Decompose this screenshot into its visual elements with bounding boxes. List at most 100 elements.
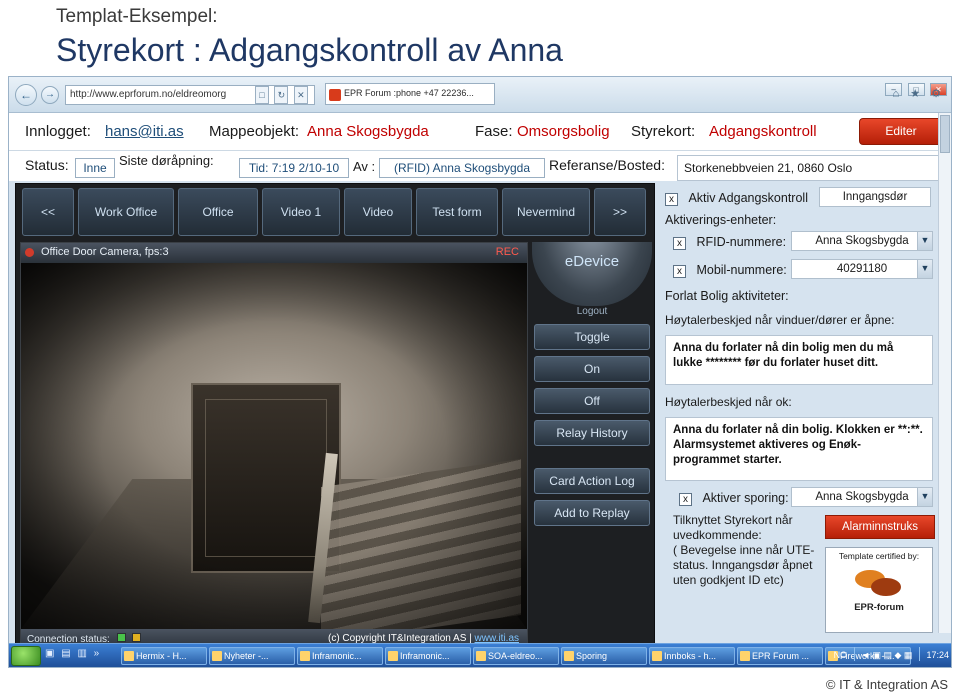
tray-language[interactable]: NO — [834, 650, 848, 660]
browser-tab[interactable]: EPR Forum :phone +47 22236... — [325, 83, 495, 105]
browser-chrome: ← → http://www.eprforum.no/eldreomorg □ … — [9, 77, 951, 113]
page-scrollbar[interactable] — [938, 113, 951, 633]
tab-favicon-icon — [329, 89, 341, 101]
taskbar-item-7[interactable]: EPR Forum ... — [737, 647, 823, 665]
tab-prev[interactable]: << — [22, 188, 74, 236]
taskbar-item-label: Innboks - h... — [664, 651, 717, 661]
stop-icon[interactable]: ✕ — [293, 86, 308, 104]
reload-icon[interactable]: ↻ — [274, 86, 289, 104]
edevice-panel: << Work Office Office Video 1 Video Test… — [15, 183, 655, 653]
mobile-label: Mobil-nummere: — [696, 263, 787, 277]
edit-button[interactable]: Editer — [859, 118, 943, 145]
camera-title: Office Door Camera, fps:3 — [41, 246, 169, 258]
windows-taskbar: ▣ ▤ ▥ » Hermix - H... Nyheter -... Infra… — [9, 643, 951, 667]
speaker-open-message[interactable]: Anna du forlater nå din bolig men du må … — [665, 335, 933, 385]
rfid-select[interactable]: Anna Skogsbygda ▼ — [791, 231, 933, 251]
taskbar-item-5[interactable]: Sporing — [561, 647, 647, 665]
taskbar-item-label: SOA-eldreo... — [488, 651, 543, 661]
window-icon — [652, 651, 662, 661]
logout-link[interactable]: Logout — [532, 306, 652, 317]
scrollbar-thumb[interactable] — [940, 115, 950, 153]
forward-arrow-icon[interactable]: → — [41, 86, 59, 104]
relay-history-button[interactable]: Relay History — [534, 420, 650, 446]
record-dot-icon — [25, 248, 34, 257]
tab-test-form[interactable]: Test form — [416, 188, 498, 236]
folder-value: Anna Skogsbygda — [307, 123, 429, 140]
logged-in-user[interactable]: hans@iti.as — [105, 123, 184, 140]
tracking-checkbox[interactable]: x — [679, 493, 692, 506]
dropdown-icon[interactable]: □ — [255, 86, 269, 104]
tab-work-office[interactable]: Work Office — [78, 188, 174, 236]
taskbar-item-6[interactable]: Innboks - h... — [649, 647, 735, 665]
toggle-button[interactable]: Toggle — [534, 324, 650, 350]
taskbar-item-0[interactable]: Hermix - H... — [121, 647, 207, 665]
tracking-row: x Aktiver sporing: — [679, 489, 789, 507]
application-screenshot: ← → http://www.eprforum.no/eldreomorg □ … — [8, 76, 952, 668]
taskbar-item-2[interactable]: Inframonic... — [297, 647, 383, 665]
address-field[interactable]: Storkenebbveien 21, 0860 Oslo — [677, 155, 949, 181]
tray-divider — [853, 647, 855, 661]
epr-forum-logo-icon — [851, 564, 907, 602]
last-open-label: Siste døråpning: — [119, 153, 214, 168]
status-label: Status: — [25, 157, 69, 173]
units-label: Aktiverings-enheter: — [665, 213, 777, 227]
taskbar-item-label: Sporing — [576, 651, 608, 661]
cert-caption: Template certified by: — [838, 551, 920, 561]
camera-titlebar: Office Door Camera, fps:3 REC — [21, 243, 527, 263]
tracking-select[interactable]: Anna Skogsbygda ▼ — [791, 487, 933, 507]
taskbar-item-1[interactable]: Nyheter -... — [209, 647, 295, 665]
browser-toolbar-icons[interactable]: ⌂ ★ ⚙ — [893, 87, 945, 100]
on-button[interactable]: On — [534, 356, 650, 382]
card-value: Adgangskontroll — [709, 123, 817, 140]
door-field[interactable]: Inngangsdør — [819, 187, 931, 207]
tab-next[interactable]: >> — [594, 188, 646, 236]
window-icon — [388, 651, 398, 661]
chevron-down-icon[interactable]: ▼ — [917, 232, 932, 250]
add-to-replay-button[interactable]: Add to Replay — [534, 500, 650, 526]
chevron-down-icon[interactable]: ▼ — [917, 260, 932, 278]
off-button[interactable]: Off — [534, 388, 650, 414]
back-arrow-icon[interactable]: ← — [15, 84, 37, 106]
tab-video[interactable]: Video — [344, 188, 412, 236]
address-bar-controls[interactable]: □ ↻ ✕ — [255, 85, 315, 105]
taskbar-item-3[interactable]: Inframonic... — [385, 647, 471, 665]
certificate-badge: Template certified by: EPR-forum — [825, 547, 933, 633]
edevice-logo: eDevice — [532, 242, 652, 306]
taskbar-item-label: Inframonic... — [400, 651, 450, 661]
mobile-checkbox[interactable]: x — [673, 265, 686, 278]
camera-view[interactable]: Office Door Camera, fps:3 REC Connection… — [20, 242, 528, 650]
mobile-value: 40291180 — [836, 263, 888, 275]
logo-shape-2 — [871, 578, 901, 596]
chevron-down-icon[interactable]: ▼ — [917, 488, 932, 506]
taskbar-item-4[interactable]: SOA-eldreo... — [473, 647, 559, 665]
speaker-ok-label: Høytalerbeskjed når ok: — [665, 395, 792, 409]
slide-page: Templat-Eksempel: Styrekort : Adgangskon… — [0, 0, 960, 696]
connection-indicator-yellow — [132, 633, 142, 642]
taskbar-item-label: EPR Forum ... — [752, 651, 810, 661]
rfid-checkbox[interactable]: x — [673, 237, 686, 250]
card-action-log-button[interactable]: Card Action Log — [534, 468, 650, 494]
tab-office[interactable]: Office — [178, 188, 258, 236]
slide-subtitle: Templat-Eksempel: — [56, 6, 218, 27]
logged-in-label: Innlogget: — [25, 123, 91, 140]
leave-activities-title: Forlat Bolig aktiviteter: — [665, 289, 789, 303]
tray-icons[interactable]: ◄ ▣ ▤ ◆ ▦ — [861, 650, 912, 660]
rfid-row: x RFID-nummere: — [673, 233, 786, 251]
status-badge: Inne — [75, 158, 115, 178]
tracking-label: Aktiver sporing: — [702, 491, 789, 505]
tray-clock[interactable]: 17:24 — [926, 650, 949, 660]
start-button-icon[interactable] — [11, 646, 41, 666]
taskbar-item-label: Inframonic... — [312, 651, 362, 661]
quick-launch-icons[interactable]: ▣ ▤ ▥ » — [45, 648, 101, 659]
tab-nevermind[interactable]: Nevermind — [502, 188, 590, 236]
info-strip: Innlogget: hans@iti.as Mappeobjekt: Anna… — [9, 113, 951, 151]
mobile-select[interactable]: 40291180 ▼ — [791, 259, 933, 279]
alarm-instructions-button[interactable]: Alarminnstruks — [825, 515, 935, 539]
window-icon — [300, 651, 310, 661]
speaker-ok-message[interactable]: Anna du forlater nå din bolig. Klokken e… — [665, 417, 933, 481]
access-checkbox[interactable]: x — [665, 193, 678, 206]
taskbar-item-label: Hermix - H... — [136, 651, 187, 661]
system-tray[interactable]: NO ◄ ▣ ▤ ◆ ▦ 17:24 — [834, 647, 949, 661]
tab-video-1[interactable]: Video 1 — [262, 188, 340, 236]
mobile-row: x Mobil-nummere: — [673, 261, 787, 279]
